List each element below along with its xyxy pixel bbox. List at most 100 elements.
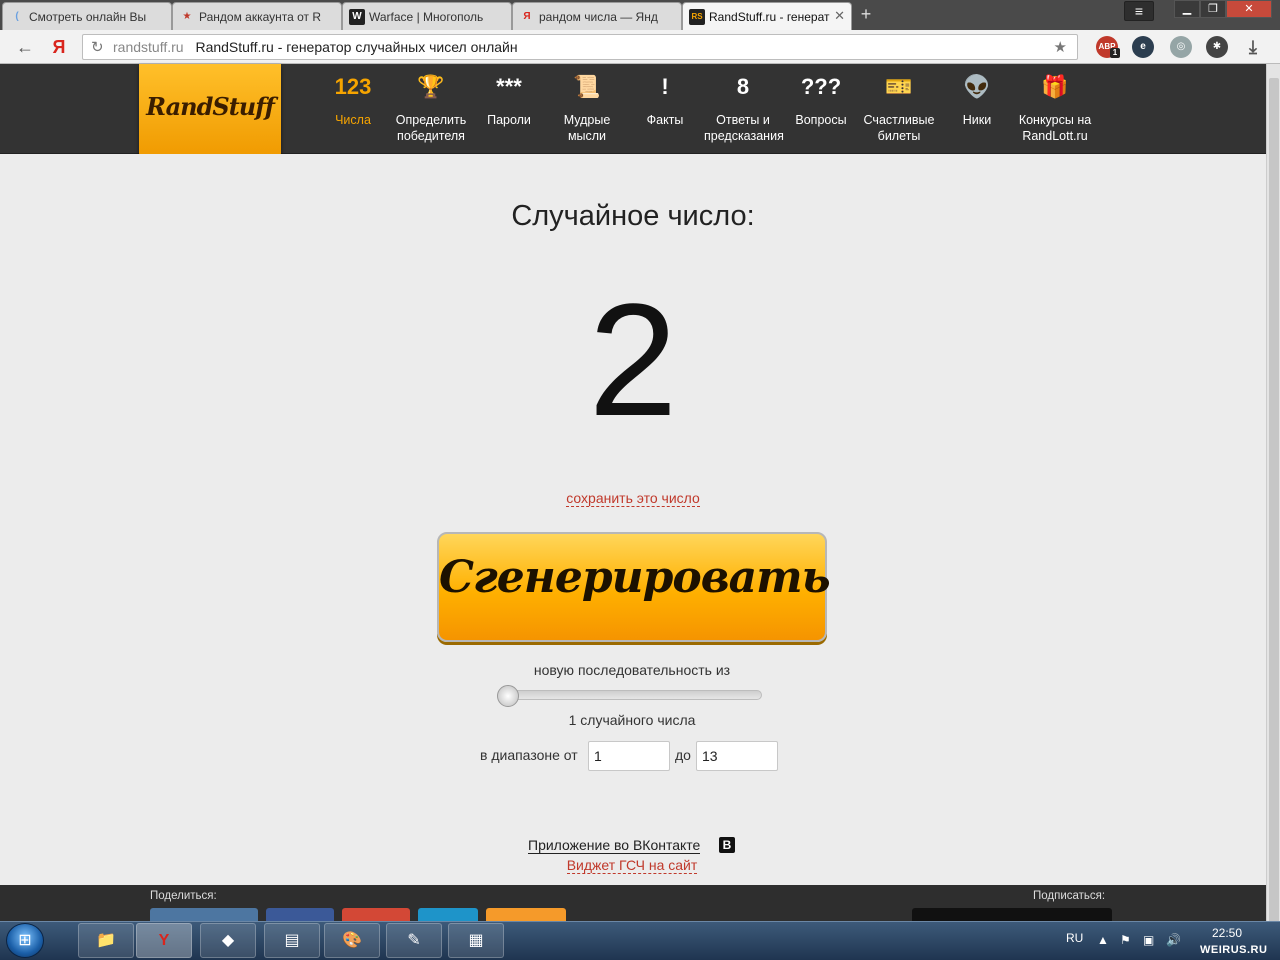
save-number-link-wrap: сохранить это число: [0, 490, 1266, 507]
paint-icon[interactable]: 🎨: [324, 923, 380, 958]
count-label: 1 случайного числа: [568, 712, 696, 728]
tab-favicon-icon: RS: [689, 9, 705, 25]
nav-item-numbers[interactable]: 123 Числа: [314, 72, 392, 128]
googleplus-share-button[interactable]: [342, 908, 410, 921]
save-number-link[interactable]: сохранить это число: [566, 490, 700, 507]
nav-item-facts[interactable]: ! Факты: [626, 72, 704, 128]
range-from-input[interactable]: [588, 741, 670, 771]
nav-item-passwords[interactable]: *** Пароли: [470, 72, 548, 128]
reload-icon[interactable]: ↻: [91, 38, 104, 56]
nav-item-tickets[interactable]: 🎫 Счастливые билеты: [860, 72, 938, 144]
tray-expand-icon[interactable]: ▲: [1097, 933, 1109, 947]
nav-label: Конкурсы на RandLott.ru: [1018, 113, 1092, 143]
extension-bug-icon[interactable]: ✱: [1206, 36, 1228, 58]
nav-label: Числа: [335, 113, 371, 127]
csgo-icon[interactable]: ◆: [200, 923, 256, 958]
url-page-title: RandStuff.ru - генератор случайных чисел…: [195, 39, 518, 55]
browser-tab[interactable]: W Warface | Многополь: [342, 2, 512, 30]
url-field[interactable]: ↻ randstuff.ru RandStuff.ru - генератор …: [82, 34, 1078, 60]
asterisks-icon: ***: [496, 74, 522, 99]
question-marks-icon: ???: [800, 74, 842, 99]
network-icon[interactable]: ▣: [1143, 933, 1154, 947]
nav-label: Вопросы: [795, 113, 847, 127]
clock[interactable]: 22:50: [1212, 926, 1242, 940]
eight-ball-icon: 8: [736, 74, 750, 99]
explorer-icon[interactable]: 📁: [78, 923, 134, 958]
scrollbar-thumb[interactable]: [1269, 78, 1279, 944]
address-bar: ← Я ↻ randstuff.ru RandStuff.ru - генера…: [0, 30, 1280, 64]
hamburger-icon[interactable]: ≡: [1124, 1, 1154, 21]
random-number-result: 2: [588, 270, 678, 449]
generate-button-label: Сгенерировать: [439, 552, 831, 603]
tab-close-icon[interactable]: ✕: [834, 8, 845, 24]
notepad-icon[interactable]: ✎: [386, 923, 442, 958]
globe-icon[interactable]: ◎: [1170, 36, 1192, 58]
bookmark-star-icon[interactable]: ★: [1054, 38, 1067, 56]
adblock-count: 1: [1110, 48, 1120, 58]
range-to-input[interactable]: [696, 741, 778, 771]
generate-button[interactable]: Сгенерировать: [437, 532, 831, 642]
minimize-icon[interactable]: ▁: [1174, 0, 1200, 18]
action-center-icon[interactable]: ⚑: [1120, 933, 1131, 947]
nav-label: Факты: [646, 113, 684, 127]
url-domain: randstuff.ru: [113, 39, 184, 55]
extension-e-icon[interactable]: e: [1132, 36, 1154, 58]
back-arrow-icon[interactable]: ←: [14, 36, 36, 58]
nav-item-contests[interactable]: 🎁 Конкурсы на RandLott.ru: [1016, 72, 1094, 144]
gift-icon: 🎁: [1041, 74, 1069, 99]
windows-taskbar: [0, 921, 1280, 960]
page-scrollbar[interactable]: [1266, 64, 1280, 944]
nav-label: Ники: [962, 113, 992, 127]
rubiks-cube-icon[interactable]: ▦: [448, 923, 504, 958]
scroll-icon: 📜: [573, 74, 601, 99]
tab-favicon-icon: ★: [182, 11, 192, 22]
ticket-icon: 🎫: [885, 74, 913, 99]
yandex-icon[interactable]: Я: [48, 36, 70, 58]
slider-knob[interactable]: [497, 685, 519, 707]
browser-tab[interactable]: Я рандом числа — Янд: [512, 2, 682, 30]
tab-title: Смотреть онлайн Вы: [29, 10, 147, 24]
count-slider[interactable]: [497, 685, 762, 707]
task-manager-icon[interactable]: ▤: [264, 923, 320, 958]
window-close-icon[interactable]: ✕: [1226, 0, 1272, 18]
tab-favicon-icon: W: [349, 9, 365, 25]
nav-item-nicknames[interactable]: 👽 Ники: [938, 72, 1016, 128]
nav-item-answers[interactable]: 8 Ответы и предсказания: [704, 72, 784, 144]
nav-item-quotes[interactable]: 📜 Мудрые мысли: [548, 72, 626, 144]
main-content: [0, 154, 1266, 885]
browser-tab[interactable]: ( Смотреть онлайн Вы: [2, 2, 172, 30]
alien-icon: 👽: [963, 74, 991, 99]
tab-title: RandStuff.ru - генерат: [709, 10, 830, 24]
language-indicator[interactable]: RU: [1066, 931, 1083, 945]
start-button-icon[interactable]: ⊞: [6, 923, 44, 958]
odnoklassniki-share-button[interactable]: [486, 908, 566, 921]
volume-icon[interactable]: 🔊: [1166, 933, 1181, 947]
download-icon[interactable]: ⤓: [1242, 36, 1264, 58]
exclamation-icon: !: [661, 74, 669, 99]
site-logo[interactable]: RandStuff: [139, 64, 281, 157]
result-heading: Случайное число:: [511, 200, 755, 232]
browser-tab[interactable]: ★ Рандом аккаунта от R: [172, 2, 342, 30]
nav-label: Пароли: [487, 113, 531, 127]
vk-app-link-wrap: Приложение во ВКонтакте: [528, 837, 701, 854]
tab-favicon-icon: Я: [523, 11, 531, 22]
range-from-label: в диапазоне от: [480, 747, 578, 763]
yandex-browser-icon[interactable]: Y: [136, 923, 192, 958]
facebook-share-button[interactable]: [266, 908, 334, 921]
nav-item-winner[interactable]: 🏆 Определить победителя: [392, 72, 470, 144]
mailru-share-button[interactable]: [418, 908, 478, 921]
widget-link[interactable]: Виджет ГСЧ на сайт: [566, 857, 698, 874]
maximize-icon[interactable]: ❐: [1200, 0, 1226, 18]
numbers-icon: 123: [334, 74, 372, 99]
vk-share-button[interactable]: [150, 908, 258, 921]
nav-label: Мудрые мысли: [563, 113, 611, 143]
vk-icon[interactable]: В: [719, 837, 735, 853]
new-tab-icon[interactable]: +: [856, 5, 876, 24]
share-label: Поделиться:: [150, 890, 217, 902]
vk-app-link[interactable]: Приложение во ВКонтакте: [528, 837, 701, 854]
range-to-label: до: [675, 747, 691, 763]
subscribe-widget[interactable]: [912, 908, 1112, 921]
nav-item-questions[interactable]: ??? Вопросы: [782, 72, 860, 128]
browser-tab-active[interactable]: RS RandStuff.ru - генерат ✕: [682, 2, 852, 30]
widget-link-wrap: Виджет ГСЧ на сайт: [0, 857, 1264, 874]
